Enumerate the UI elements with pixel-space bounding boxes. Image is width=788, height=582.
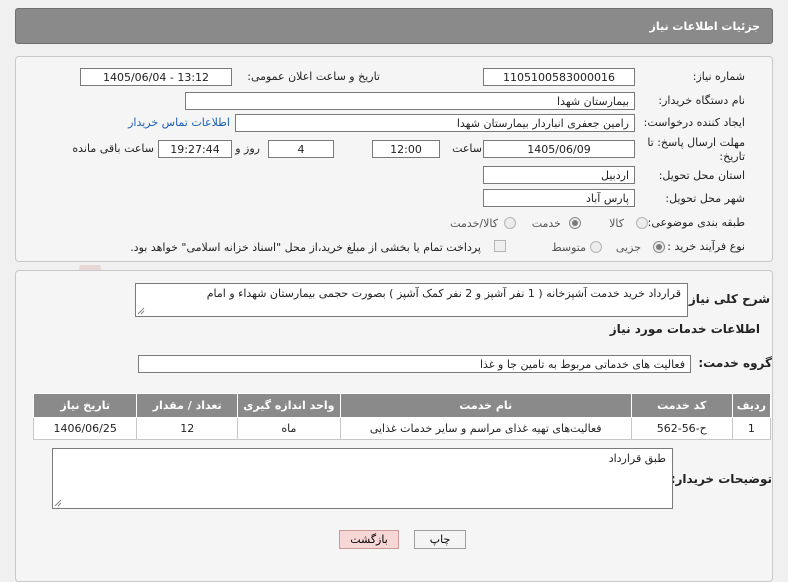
- back-button[interactable]: بازگشت: [339, 530, 399, 549]
- purchase-type-option-minor: جزیی: [615, 241, 641, 254]
- buyer-org-field[interactable]: بیمارستان شهدا: [185, 92, 635, 110]
- announce-datetime-label: تاریخ و ساعت اعلان عمومی:: [247, 70, 380, 83]
- requester-label: ایجاد کننده درخواست:: [643, 116, 745, 129]
- buyer-contact-link[interactable]: اطلاعات تماس خریدار: [128, 116, 230, 129]
- services-section-title: اطلاعات خدمات مورد نیاز: [609, 322, 760, 336]
- cell-quantity: 12: [136, 417, 239, 440]
- category-radio-goods[interactable]: [636, 217, 648, 229]
- need-info-panel: [15, 56, 773, 262]
- column-header-row-number: ردیف: [731, 393, 772, 418]
- column-header-need-date: تاریخ نیاز: [32, 393, 138, 418]
- city-field[interactable]: پارس آباد: [483, 189, 635, 207]
- purchase-type-option-medium: متوسط: [551, 241, 586, 254]
- resize-grip-icon[interactable]: [54, 499, 62, 507]
- remaining-days-label: روز و: [235, 142, 260, 155]
- treasury-payment-note: پرداخت تمام یا بخشی از مبلغ خرید،از محل …: [130, 241, 481, 254]
- treasury-payment-checkbox[interactable]: [494, 240, 506, 252]
- city-label: شهر محل تحویل:: [665, 192, 745, 205]
- services-table-header: ردیف کد خدمت نام خدمت واحد اندازه گیری ت…: [32, 393, 772, 418]
- description-textarea[interactable]: قرارداد خرید خدمت آشپزخانه ( 1 نفر آشپز …: [135, 283, 688, 317]
- deadline-time-field[interactable]: 12:00: [372, 140, 440, 158]
- deadline-label-date: تاریخ:: [719, 150, 745, 163]
- category-option-goods-service: کالا/خدمت: [450, 217, 498, 230]
- cell-need-date: 1406/06/25: [32, 417, 138, 440]
- print-button[interactable]: چاپ: [414, 530, 466, 549]
- category-radio-goods-service[interactable]: [504, 217, 516, 229]
- table-row: 1 ح-56-562 فعالیت‌های تهیه غذای مراسم و …: [32, 417, 772, 440]
- cell-row-number: 1: [731, 417, 772, 440]
- province-field[interactable]: اردبیل: [483, 166, 635, 184]
- deadline-time-label: ساعت: [452, 142, 482, 155]
- services-table: ردیف کد خدمت نام خدمت واحد اندازه گیری ت…: [32, 393, 772, 440]
- column-header-unit: واحد اندازه گیری: [237, 393, 341, 418]
- purchase-type-label: نوع فرآیند خرید :: [667, 240, 745, 253]
- cell-service-code: ح-56-562: [630, 417, 733, 440]
- buyer-notes-textarea[interactable]: طبق قرارداد: [52, 448, 673, 509]
- page-header: جزئیات اطلاعات نیاز: [15, 8, 773, 44]
- buyer-notes-text: طبق قرارداد: [608, 452, 666, 465]
- category-radio-service[interactable]: [569, 217, 581, 229]
- province-label: استان محل تحویل:: [658, 169, 745, 182]
- cell-service-name: فعالیت‌های تهیه غذای مراسم و سایر خدمات …: [339, 417, 632, 440]
- purchase-type-radio-medium[interactable]: [590, 241, 602, 253]
- need-number-label: شماره نیاز:: [692, 70, 745, 83]
- deadline-label: مهلت ارسال پاسخ: تا: [647, 136, 745, 149]
- announce-datetime-field[interactable]: 1405/06/04 - 13:12: [80, 68, 232, 86]
- page-title: جزئیات اطلاعات نیاز: [649, 20, 761, 33]
- resize-grip-icon[interactable]: [137, 307, 145, 315]
- description-label: شرح کلی نیاز:: [684, 292, 770, 306]
- category-option-service: خدمت: [531, 217, 561, 230]
- category-label: طبقه بندی موضوعی:: [647, 216, 745, 229]
- remaining-time-label: ساعت باقی مانده: [72, 142, 154, 155]
- requester-field[interactable]: رامین جعفری انباردار بیمارستان شهدا: [235, 114, 635, 132]
- column-header-service-code: کد خدمت: [630, 393, 733, 418]
- service-group-label: گروه خدمت:: [698, 356, 772, 370]
- purchase-type-radio-minor[interactable]: [653, 241, 665, 253]
- need-number-field[interactable]: 1105100583000016: [483, 68, 635, 86]
- remaining-days-field[interactable]: 4: [268, 140, 334, 158]
- service-group-field[interactable]: فعالیت های خدماتی مربوط به تامین جا و غذ…: [138, 355, 691, 373]
- column-header-service-name: نام خدمت: [339, 393, 632, 418]
- description-text: قرارداد خرید خدمت آشپزخانه ( 1 نفر آشپز …: [206, 287, 681, 300]
- buyer-org-label: نام دستگاه خریدار:: [658, 94, 745, 107]
- cell-unit: ماه: [237, 417, 341, 440]
- column-header-quantity: تعداد / مقدار: [136, 393, 239, 418]
- buyer-notes-label: توضیحات خریدار:: [670, 472, 772, 486]
- deadline-date-field[interactable]: 1405/06/09: [483, 140, 635, 158]
- category-option-goods: کالا: [609, 217, 624, 230]
- remaining-time-field[interactable]: 19:27:44: [158, 140, 232, 158]
